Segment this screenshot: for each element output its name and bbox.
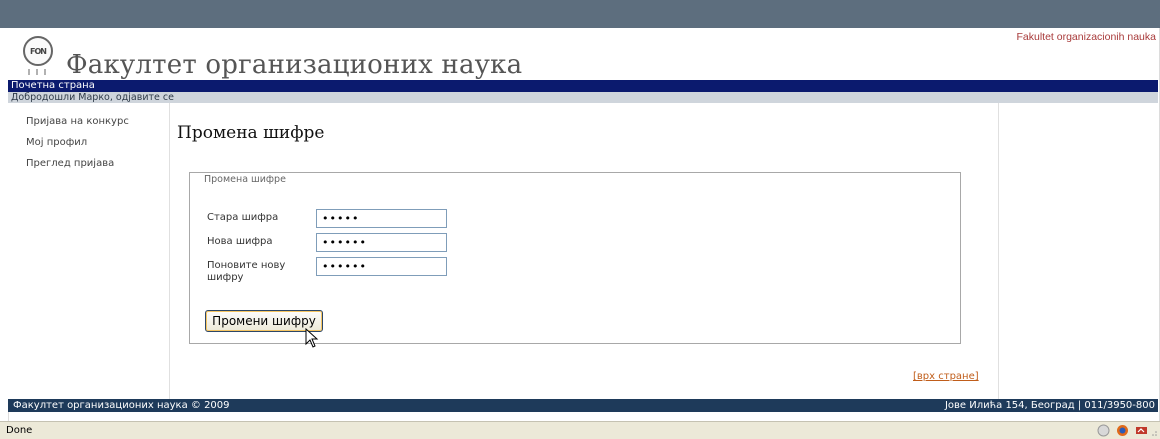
new-password-label: Нова шифра bbox=[207, 236, 273, 247]
sidebar-item-apply[interactable]: Пријава на конкурс bbox=[26, 116, 129, 127]
old-password-input[interactable]: ••••• bbox=[316, 209, 447, 228]
logo-text: FON bbox=[30, 46, 47, 56]
footer-address: Јове Илића 154, Београд | 011/3950-800 bbox=[944, 400, 1155, 411]
fieldset-legend: Промена шифре bbox=[202, 174, 288, 185]
logo-base-icon bbox=[28, 69, 46, 75]
sidebar-divider bbox=[169, 103, 170, 399]
right-column-divider bbox=[998, 103, 999, 399]
main-navbar: Почетна страна bbox=[8, 80, 1158, 92]
new-password-input[interactable]: •••••• bbox=[316, 233, 447, 252]
page-title: Промена шифре bbox=[177, 123, 325, 143]
repeat-password-input[interactable]: •••••• bbox=[316, 257, 447, 276]
browser-statusbar: Done bbox=[0, 421, 1160, 439]
site-footer: Факултет организационих наука © 2009 Јов… bbox=[8, 399, 1158, 412]
sidebar-item-profile[interactable]: Мој профил bbox=[26, 137, 87, 148]
status-icons bbox=[1097, 424, 1148, 437]
welcome-text[interactable]: Добродошли Марко, одјавите се bbox=[11, 92, 174, 103]
footer-copyright: Факултет организационих наука © 2009 bbox=[13, 400, 230, 411]
site-header: FON Факултет организационих наука Fakult… bbox=[8, 28, 1158, 80]
back-to-top-link[interactable]: [врх стране] bbox=[913, 371, 979, 382]
nav-home-link[interactable]: Почетна страна bbox=[11, 80, 95, 91]
sidebar-item-applications[interactable]: Преглед пријава bbox=[26, 158, 114, 169]
fon-logo: FON bbox=[23, 36, 53, 66]
site-latin-name: Fakultet organizacionih nauka bbox=[1016, 31, 1156, 43]
status-text: Done bbox=[6, 425, 33, 436]
old-password-label: Стара шифра bbox=[207, 212, 279, 223]
firefox-icon[interactable] bbox=[1116, 424, 1129, 437]
mouse-pointer-icon bbox=[305, 328, 319, 348]
addon-icon[interactable] bbox=[1135, 424, 1148, 437]
status-circle-icon bbox=[1097, 424, 1110, 437]
browser-top-chrome bbox=[0, 0, 1160, 28]
site-title: Факултет организационих наука bbox=[66, 50, 523, 80]
resize-gripper-icon[interactable] bbox=[1150, 429, 1158, 437]
repeat-password-label: Поновите нову шифру bbox=[207, 260, 286, 283]
welcome-bar: Добродошли Марко, одјавите се bbox=[8, 92, 1158, 103]
